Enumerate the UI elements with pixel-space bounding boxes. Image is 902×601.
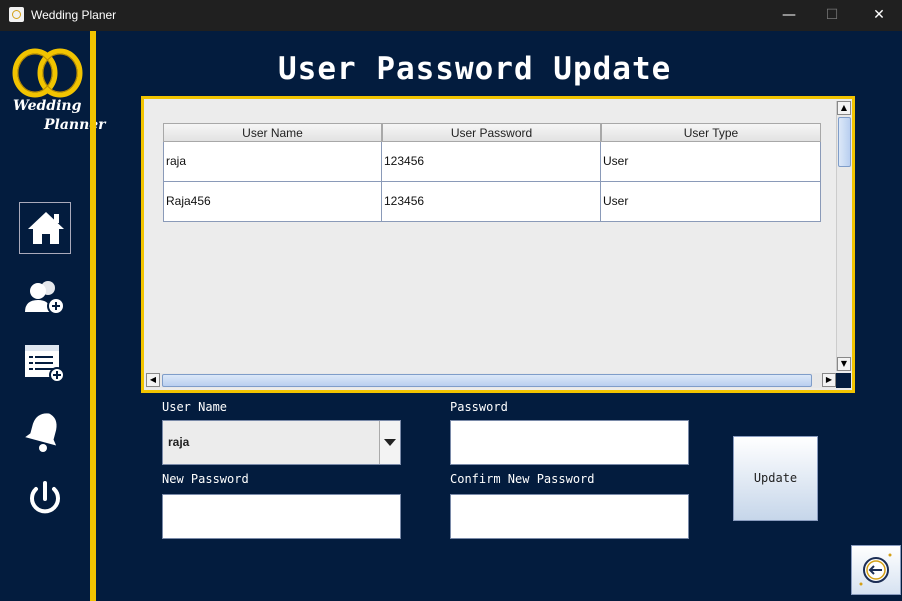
- scroll-down-icon[interactable]: ▼: [837, 357, 851, 371]
- rings-icon: [12, 48, 83, 98]
- horizontal-scroll-thumb[interactable]: [162, 374, 812, 387]
- vertical-scroll-thumb[interactable]: [838, 117, 851, 167]
- power-icon: [30, 481, 60, 514]
- new-password-label: New Password: [162, 472, 249, 486]
- vertical-scrollbar[interactable]: ▲ ▼: [836, 101, 852, 371]
- scroll-up-icon[interactable]: ▲: [837, 101, 851, 115]
- table-header: User Name User Password User Type: [163, 123, 821, 142]
- cell-user-name[interactable]: Raja456: [163, 182, 382, 222]
- sidebar-item-home[interactable]: [19, 202, 71, 254]
- confirm-password-field[interactable]: [450, 494, 689, 539]
- home-icon: [28, 212, 64, 244]
- column-header-user-name[interactable]: User Name: [163, 123, 382, 142]
- sidebar-item-add-user[interactable]: [19, 271, 71, 323]
- window-title: Wedding Planer: [31, 8, 117, 22]
- new-password-field[interactable]: [162, 494, 401, 539]
- column-header-user-type[interactable]: User Type: [601, 123, 821, 142]
- cell-user-type[interactable]: User: [601, 142, 821, 182]
- maximize-button[interactable]: ☐: [809, 0, 855, 31]
- users-table[interactable]: User Name User Password User Type raja 1…: [163, 123, 821, 371]
- bell-icon: [25, 413, 57, 452]
- back-button[interactable]: [851, 545, 901, 595]
- scroll-right-icon[interactable]: ▶: [822, 373, 836, 387]
- user-name-label: User Name: [162, 400, 228, 414]
- horizontal-scrollbar[interactable]: ◀ ▶: [146, 373, 836, 388]
- users-table-frame: User Name User Password User Type raja 1…: [141, 96, 855, 393]
- column-header-user-password[interactable]: User Password: [382, 123, 601, 142]
- app-icon: [9, 7, 24, 22]
- add-list-icon: [25, 345, 65, 383]
- close-button[interactable]: ✕: [856, 0, 902, 31]
- cell-user-name[interactable]: raja: [163, 142, 382, 182]
- scroll-corner: [836, 373, 851, 388]
- cell-user-password[interactable]: 123456: [382, 142, 601, 182]
- sidebar-item-add-list[interactable]: [19, 337, 71, 389]
- sidebar: Wedding Planner: [0, 31, 106, 601]
- minimize-button[interactable]: —: [766, 0, 812, 31]
- back-arrow-icon: [859, 553, 892, 586]
- logo-text-line2: Planner: [44, 117, 106, 133]
- scroll-left-icon[interactable]: ◀: [146, 373, 160, 387]
- password-field[interactable]: [450, 420, 689, 465]
- sidebar-item-logout[interactable]: [19, 473, 71, 525]
- table-row[interactable]: Raja456 123456 User: [163, 182, 821, 222]
- page-title: User Password Update: [278, 51, 672, 87]
- table-row[interactable]: raja 123456 User: [163, 142, 821, 182]
- user-name-select[interactable]: raja: [162, 420, 401, 465]
- window-titlebar: Wedding Planer — ☐ ✕: [0, 0, 902, 31]
- confirm-password-label: Confirm New Password: [450, 472, 595, 486]
- password-label: Password: [450, 400, 508, 414]
- main-window: Wedding Planner User Password Update Use…: [0, 31, 902, 601]
- add-user-icon: [25, 281, 65, 315]
- cell-user-password[interactable]: 123456: [382, 182, 601, 222]
- chevron-down-icon[interactable]: [379, 421, 400, 464]
- sidebar-item-notifications[interactable]: [19, 405, 71, 457]
- user-name-selected-value: raja: [168, 435, 190, 449]
- wedding-planner-logo: Wedding Planner: [8, 43, 106, 138]
- update-button[interactable]: Update: [733, 436, 818, 521]
- cell-user-type[interactable]: User: [601, 182, 821, 222]
- logo-text-line1: Wedding: [13, 98, 82, 114]
- sidebar-divider: [90, 31, 96, 601]
